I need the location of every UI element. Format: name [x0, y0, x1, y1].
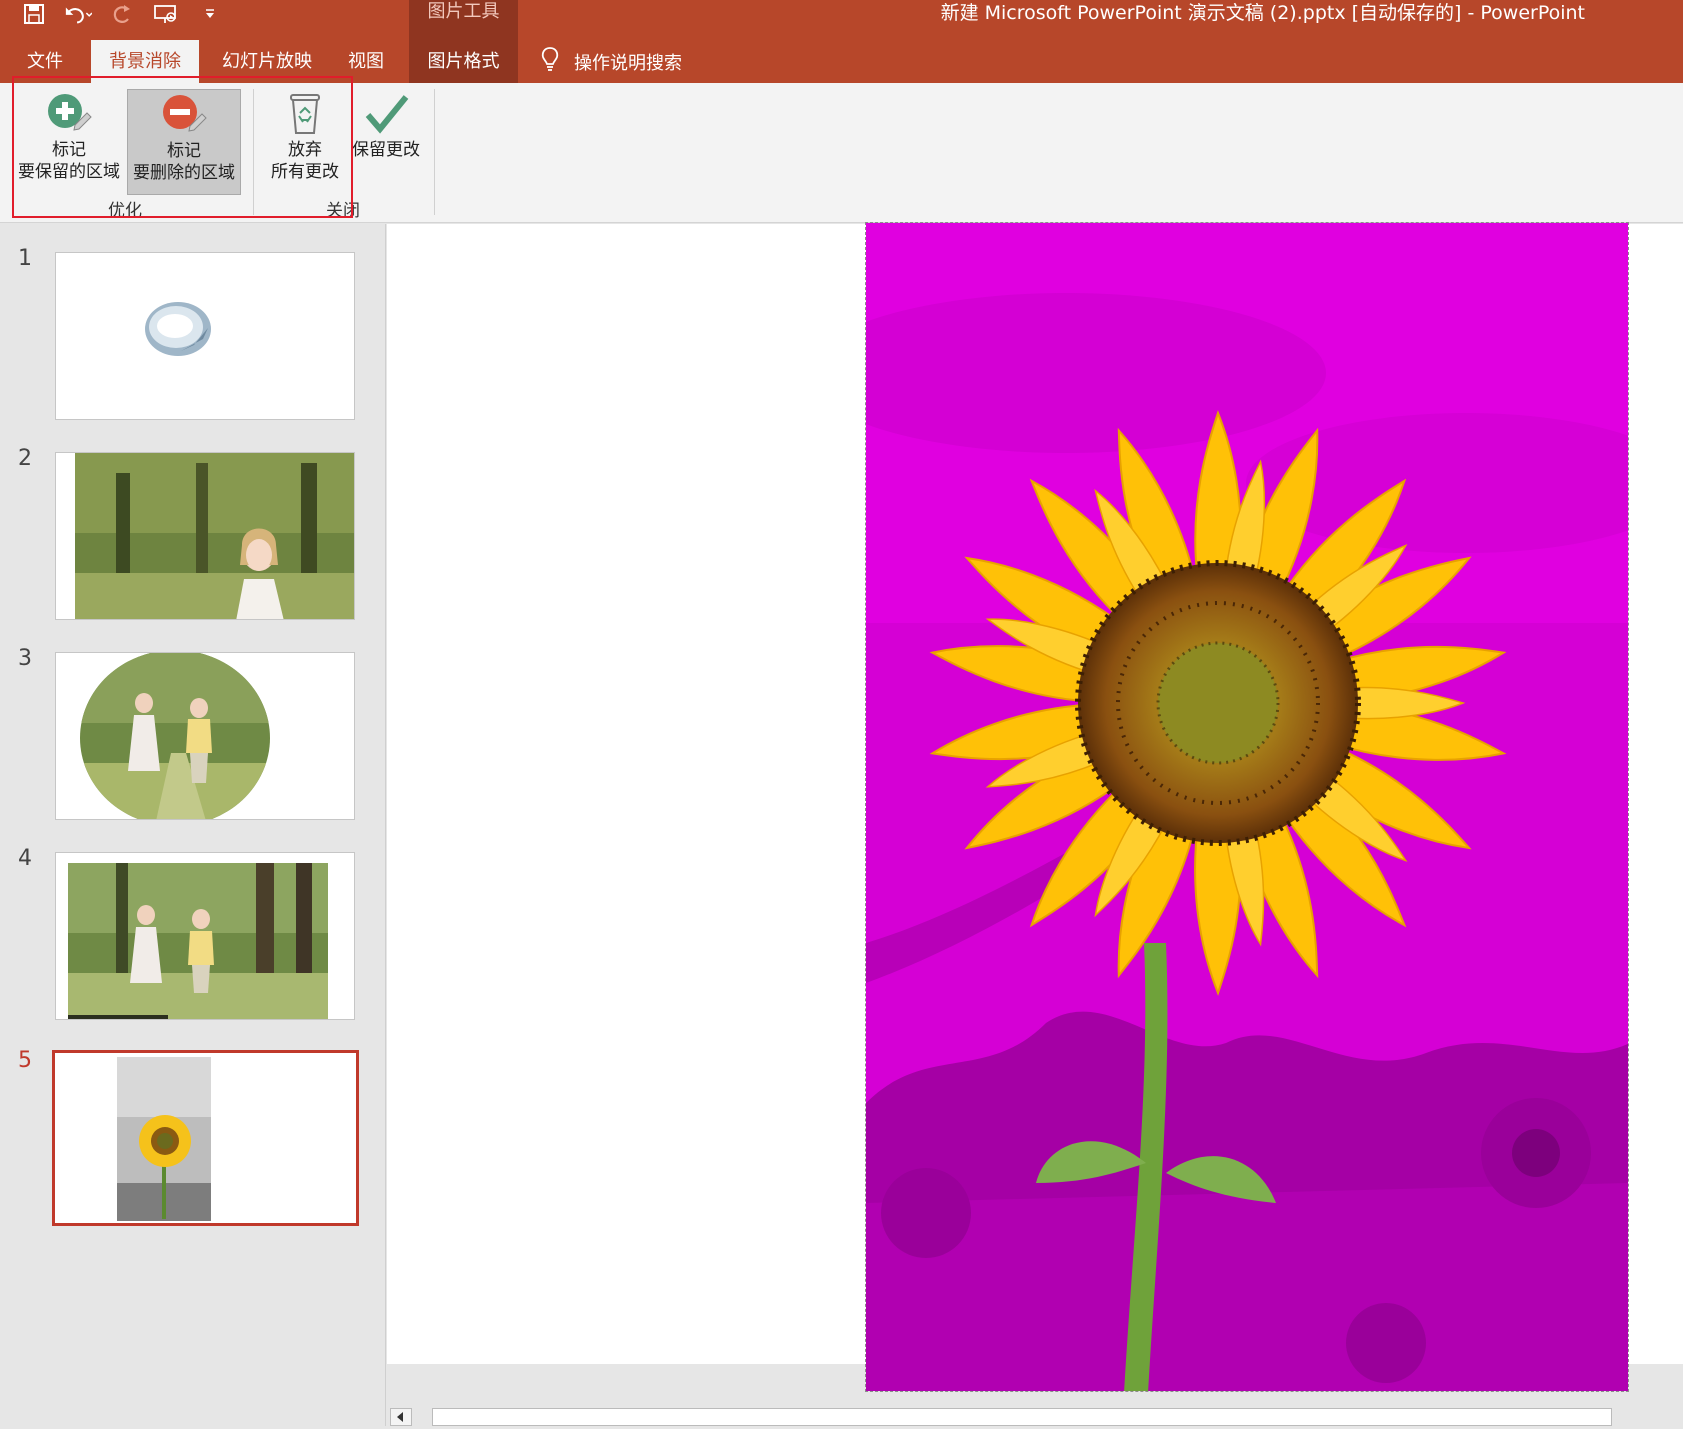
- discard-all-changes-button[interactable]: 放弃 所有更改: [262, 89, 348, 195]
- scroll-track[interactable]: [432, 1408, 1612, 1426]
- ribbon-tabs: 文件 背景消除 幻灯片放映 视图 图片格式 操作说明搜索: [0, 40, 1683, 83]
- slide-thumbnails-pane[interactable]: 1 2 3 4 5: [0, 224, 386, 1426]
- tab-picture-format[interactable]: 图片格式: [409, 40, 518, 83]
- slide-thumbnail-2[interactable]: [55, 452, 355, 620]
- title-bar: 新建 Microsoft PowerPoint 演示文稿 (2).pptx [自…: [0, 0, 1683, 40]
- keep-changes-label: 保留更改: [352, 140, 420, 160]
- tab-background-removal[interactable]: 背景消除: [91, 40, 199, 83]
- keep-changes-button[interactable]: 保留更改: [350, 89, 422, 195]
- plus-pencil-icon: [45, 89, 93, 137]
- slide-thumbnail-4[interactable]: [55, 852, 355, 1020]
- minus-pencil-icon: [160, 90, 208, 138]
- discard-line1: 放弃: [288, 140, 322, 160]
- tab-slide-show[interactable]: 幻灯片放映: [212, 40, 322, 83]
- scroll-left-arrow-icon[interactable]: [390, 1408, 412, 1426]
- mark-keep-line1: 标记: [52, 140, 86, 160]
- slide-number: 3: [18, 646, 32, 671]
- picture-tools-label: 图片工具: [427, 1, 500, 22]
- slide-thumbnail-1[interactable]: [55, 252, 355, 420]
- horizontal-scrollbar[interactable]: [387, 1404, 1683, 1426]
- tab-file[interactable]: 文件: [12, 40, 78, 83]
- group-label-close: 关闭: [326, 201, 360, 221]
- checkmark-icon: [362, 89, 410, 137]
- document-title: 新建 Microsoft PowerPoint 演示文稿 (2).pptx [自…: [940, 2, 1585, 24]
- group-label-refine: 优化: [108, 201, 142, 221]
- save-icon[interactable]: [20, 0, 48, 28]
- undo-icon[interactable]: [64, 0, 92, 28]
- slide-number: 1: [18, 246, 32, 271]
- ribbon-panel: 标记 要保留的区域 标记 要删除的区域 放弃 所有更改 保留更改 优化 关闭: [0, 83, 1683, 223]
- mark-keep-line2: 要保留的区域: [18, 162, 120, 182]
- slide-number: 5: [18, 1048, 32, 1073]
- group-separator: [434, 89, 435, 215]
- slide-number: 4: [18, 846, 32, 871]
- lightbulb-icon: [540, 46, 560, 77]
- mark-remove-line1: 标记: [167, 141, 201, 161]
- tell-me-label: 操作说明搜索: [574, 52, 682, 74]
- recycle-bin-icon: [281, 89, 329, 137]
- slide-number: 2: [18, 446, 32, 471]
- discard-line2: 所有更改: [271, 162, 339, 182]
- group-separator: [253, 89, 254, 215]
- sunflower-picture[interactable]: [865, 222, 1629, 1392]
- slide-thumbnail-3[interactable]: [55, 652, 355, 820]
- mark-areas-to-remove-button[interactable]: 标记 要删除的区域: [127, 89, 241, 195]
- slide-thumbnail-5[interactable]: [52, 1050, 359, 1226]
- present-from-start-icon[interactable]: [152, 0, 180, 28]
- tab-view[interactable]: 视图: [335, 40, 397, 83]
- tell-me-search[interactable]: 操作说明搜索: [540, 40, 682, 83]
- mark-remove-line2: 要删除的区域: [133, 163, 235, 183]
- quick-access-toolbar: [20, 0, 224, 28]
- customize-qat-icon[interactable]: [196, 0, 224, 28]
- mark-areas-to-keep-button[interactable]: 标记 要保留的区域: [14, 89, 124, 195]
- redo-icon[interactable]: [108, 0, 136, 28]
